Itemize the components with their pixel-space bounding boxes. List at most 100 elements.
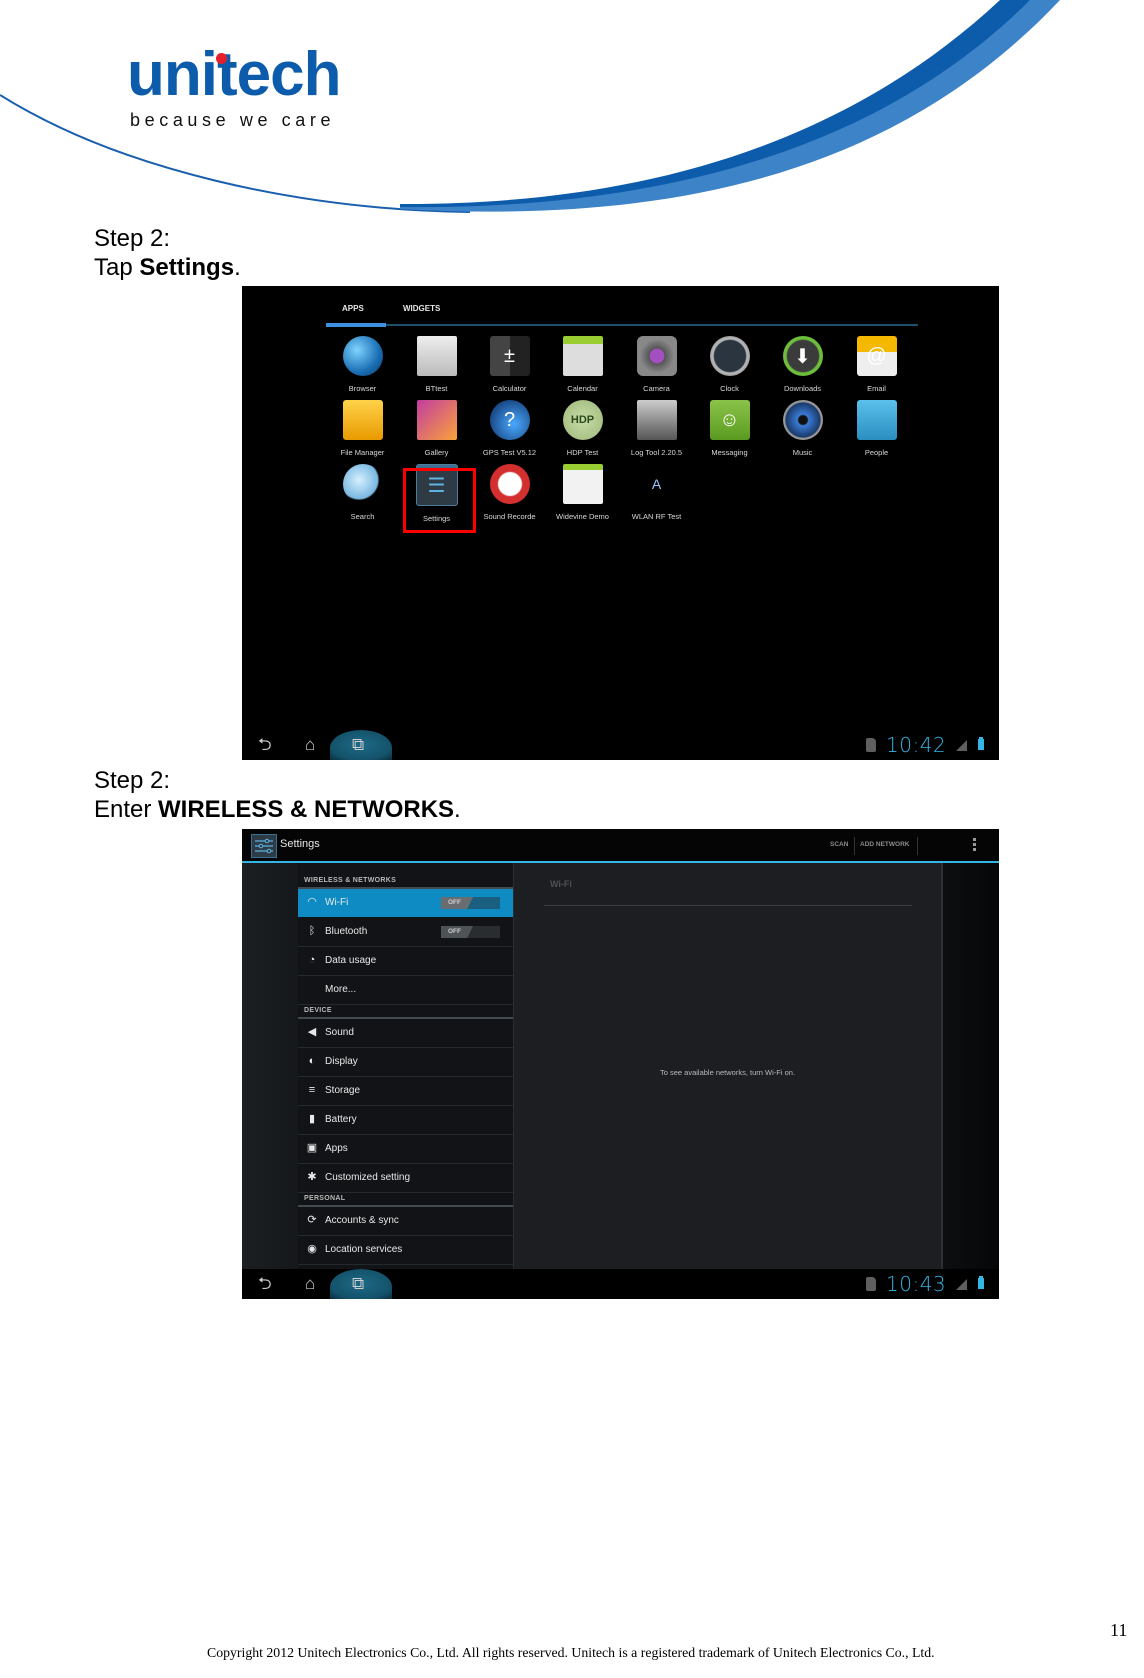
app-gps-test-v5-12[interactable]: ? GPS Test V5.12 — [473, 400, 546, 457]
app-label: File Manager — [340, 448, 385, 457]
app-label: Widevine Demo — [556, 512, 609, 521]
copyright-footer: Copyright 2012 Unitech Electronics Co., … — [207, 1645, 935, 1660]
globe-icon — [342, 336, 383, 376]
settings-item-display[interactable]: ◐ Display — [298, 1048, 513, 1077]
app-label: Calendar — [567, 384, 598, 393]
settings-item-battery[interactable]: ▮ Battery — [298, 1106, 513, 1135]
app-bttest[interactable]: BTtest — [400, 336, 473, 393]
gps-icon: ? — [489, 400, 530, 440]
back-icon[interactable]: ⮌ — [258, 1275, 272, 1293]
settings-item-bluetooth[interactable]: ᛒ Bluetooth OFF — [298, 918, 513, 947]
messaging-icon: ☺ — [709, 400, 750, 440]
camera-icon — [636, 336, 677, 376]
settings-item-storage[interactable]: ≡ Storage — [298, 1077, 513, 1106]
app-label: Sound Recorde — [483, 512, 536, 521]
step-2-label: Step 2: — [94, 767, 171, 794]
system-nav-bar: ⮌ ⌂ ⧉ 10:42 — [242, 730, 999, 760]
add-network-button[interactable]: ADD NETWORK — [860, 841, 909, 848]
app-label: Clock — [720, 384, 739, 393]
app-people[interactable]: People — [840, 400, 913, 457]
battery-icon: ▮ — [308, 1113, 316, 1125]
settings-item-apps[interactable]: ▣ Apps — [298, 1135, 513, 1164]
app-gallery[interactable]: Gallery — [400, 400, 473, 457]
wifi-detail-divider — [544, 905, 912, 906]
settings-item-customized-setting[interactable]: ✱ Customized setting — [298, 1164, 513, 1193]
toggle-state: OFF — [441, 926, 473, 938]
system-nav-bar: ⮌ ⌂ ⧉ 10:43 — [242, 1269, 999, 1299]
back-icon[interactable]: ⮌ — [258, 736, 272, 754]
hdp-icon: HDP — [562, 400, 603, 440]
settings-item-location-services[interactable]: ◉ Location services — [298, 1236, 513, 1265]
section-header-personal: PERSONAL — [304, 1195, 346, 1202]
settings-item-label: Apps — [325, 1143, 348, 1154]
battery-icon — [978, 1276, 984, 1289]
settings-item-sound[interactable]: ◀ Sound — [298, 1019, 513, 1048]
contact-icon — [856, 400, 897, 440]
scan-button[interactable]: SCAN — [830, 841, 848, 848]
app-label: Log Tool 2.20.5 — [630, 448, 683, 457]
app-browser[interactable]: Browser — [326, 336, 399, 393]
app-messaging[interactable]: ☺ Messaging — [693, 400, 766, 457]
sync-icon: ⟳ — [307, 1214, 317, 1226]
tab-selected-indicator — [326, 323, 386, 327]
step-2-instruction: Enter WIRELESS & NETWORKS. — [94, 795, 461, 824]
tab-widgets[interactable]: WIDGETS — [403, 304, 440, 313]
settings-item-label: Data usage — [325, 955, 377, 966]
app-music[interactable]: Music — [766, 400, 839, 457]
calculator-icon: ± — [489, 336, 530, 376]
gallery-icon — [416, 400, 457, 440]
overflow-menu-icon[interactable] — [973, 838, 976, 852]
app-file-manager[interactable]: File Manager — [326, 400, 399, 457]
app-calendar[interactable]: Calendar — [546, 336, 619, 393]
step-2-prefix: Enter — [94, 796, 159, 823]
toggle-switch[interactable]: OFF — [441, 897, 500, 909]
app-label: WLAN RF Test — [631, 512, 682, 521]
app-widevine-demo[interactable]: Widevine Demo — [546, 464, 619, 521]
toggle-switch[interactable]: OFF — [441, 926, 500, 938]
app-log-tool-2-20-5[interactable]: Log Tool 2.20.5 — [620, 400, 693, 457]
app-downloads[interactable]: ⬇ Downloads — [766, 336, 839, 393]
settings-action-bar: Settings SCAN ADD NETWORK — [242, 829, 999, 863]
step-1-bold: Settings — [139, 254, 235, 281]
app-wlan-rf-test[interactable]: A WLAN RF Test — [620, 464, 693, 521]
app-clock[interactable]: Clock — [693, 336, 766, 393]
app-label: HDP Test — [566, 448, 599, 457]
wifi-off-message: To see available networks, turn Wi-Fi on… — [659, 1068, 796, 1077]
app-label: Browser — [348, 384, 377, 393]
app-email[interactable]: @ Email — [840, 336, 913, 393]
settings-item-more[interactable]: More... — [298, 976, 513, 1005]
folder-icon — [342, 400, 383, 440]
app-label: Calculator — [492, 384, 527, 393]
step-1-label: Step 2: — [94, 225, 171, 252]
settings-highlight-box — [403, 468, 476, 533]
settings-item-wi-fi[interactable]: ◠ Wi-Fi OFF — [298, 889, 513, 917]
clock-icon — [709, 336, 750, 376]
step-2-bold: WIRELESS & NETWORKS — [158, 796, 455, 823]
settings-item-label: Wi-Fi — [325, 897, 349, 908]
home-icon[interactable]: ⌂ — [305, 1275, 315, 1293]
app-calculator[interactable]: ± Calculator — [473, 336, 546, 393]
recents-icon[interactable]: ⧉ — [352, 1275, 364, 1293]
app-hdp-test[interactable]: HDP HDP Test — [546, 400, 619, 457]
home-icon[interactable]: ⌂ — [305, 736, 315, 754]
sd-card-icon — [866, 1277, 876, 1291]
action-separator — [917, 837, 918, 855]
step-1-prefix: Tap — [94, 254, 140, 281]
recents-icon[interactable]: ⧉ — [352, 736, 364, 754]
settings-item-data-usage[interactable]: ◔ Data usage — [298, 947, 513, 976]
app-camera[interactable]: Camera — [620, 336, 693, 393]
gear-icon: ✱ — [307, 1171, 317, 1183]
app-label: Downloads — [783, 384, 822, 393]
app-search[interactable]: Search — [326, 464, 399, 521]
wifi-detail-title: Wi-Fi — [550, 879, 572, 889]
settings-item-accounts-sync[interactable]: ⟳ Accounts & sync — [298, 1207, 513, 1236]
speaker-icon: ◀ — [307, 1026, 317, 1038]
app-drawer-screenshot: APPS WIDGETS Browser BTtest ± Calculator Cal… — [242, 286, 999, 760]
email-icon: @ — [856, 336, 897, 376]
magnifier-icon — [342, 464, 383, 504]
action-separator — [854, 837, 855, 855]
app-sound-recorde[interactable]: Sound Recorde — [473, 464, 546, 521]
tab-apps[interactable]: APPS — [342, 304, 364, 313]
speaker-icon — [782, 400, 823, 440]
signal-icon — [956, 740, 967, 751]
